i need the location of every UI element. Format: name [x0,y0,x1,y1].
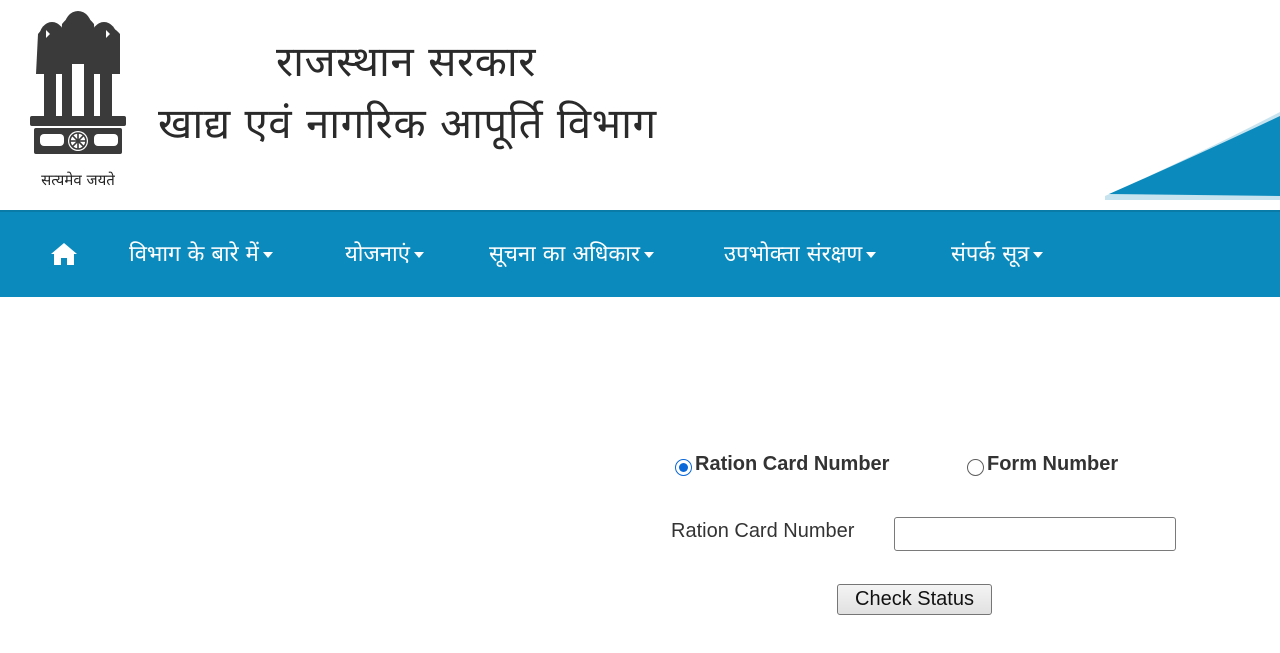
radio-option-form-number[interactable]: Form Number [967,450,1118,478]
department-title: खाद्य एवं नागरिक आपूर्ति विभाग [158,99,657,148]
emblem-logo: सत्यमेव जयते [22,4,134,192]
site-header: सत्यमेव जयते राजस्थान सरकार खाद्य एवं ना… [0,0,1280,210]
page: सत्यमेव जयते राजस्थान सरकार खाद्य एवं ना… [0,0,1280,653]
ration-card-radio[interactable] [675,459,692,476]
chevron-down-icon [643,252,654,258]
nav-item-schemes[interactable]: योजनाएं [345,238,424,268]
chevron-down-icon [866,252,877,258]
nav-item-contact[interactable]: संपर्क सूत्र [951,238,1044,268]
home-icon[interactable] [50,242,78,266]
nav-item-right-to-information[interactable]: सूचना का अधिकार [489,238,654,268]
nav-item-consumer-protection[interactable]: उपभोक्ता संरक्षण [724,238,877,268]
ration-card-radio-label[interactable]: Ration Card Number [695,453,889,476]
chevron-down-icon [413,252,424,258]
radio-option-ration-card[interactable]: Ration Card Number [675,450,889,478]
corner-decoration [1105,112,1280,200]
nav-item-about-department[interactable]: विभाग के बारे में [129,238,273,268]
nav-item-label: विभाग के बारे में [129,242,259,267]
ration-card-input[interactable] [894,517,1176,551]
emblem-motto: सत्यमेव जयते [41,171,115,189]
nav-item-label: सूचना का अधिकार [489,242,640,267]
nav-item-label: उपभोक्ता संरक्षण [724,242,863,267]
form-number-radio-label[interactable]: Form Number [987,453,1118,476]
nav-item-label: योजनाएं [345,242,410,267]
chevron-down-icon [262,252,273,258]
ashoka-emblem-icon [30,11,126,154]
main-navbar: विभाग के बारे में योजनाएं सूचना का अधिका… [0,210,1280,297]
check-status-button[interactable]: Check Status [837,584,992,615]
government-title: राजस्थान सरकार [276,37,536,86]
form-number-radio[interactable] [967,459,984,476]
chevron-down-icon [1033,252,1044,258]
ration-card-field-label: Ration Card Number [671,520,855,542]
nav-item-label: संपर्क सूत्र [951,242,1030,267]
